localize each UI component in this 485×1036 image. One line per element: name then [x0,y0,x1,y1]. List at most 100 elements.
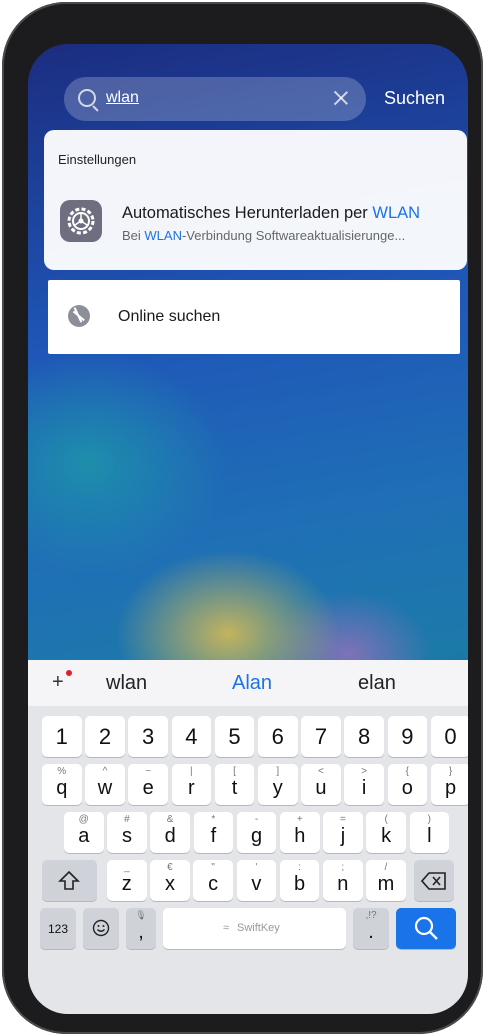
key-2[interactable]: 2 [85,716,125,757]
key-alt-label: ) [427,814,432,825]
key-u[interactable]: < u [301,764,341,805]
key-label: o [401,777,413,799]
key-label: i [361,777,367,799]
key-alt-label: > [361,766,368,777]
key-t[interactable]: [t [214,764,255,805]
key-label: t [231,777,238,799]
key-label: 6 [271,724,284,749]
result-subtitle-prefix: Bei [122,228,145,243]
emoji-key[interactable] [83,908,119,949]
key-label: z [121,873,132,895]
key-alt-label: } [448,766,453,777]
key-w[interactable]: ^ w [85,764,125,805]
suggestion-left[interactable]: wlan [106,672,147,695]
plus-icon[interactable]: + [52,671,64,694]
key-8[interactable]: 8 [344,716,384,757]
space-key[interactable]: ≈ SwiftKey [163,908,346,949]
key-p[interactable]: } p [430,764,468,805]
key-a[interactable]: @ a [64,812,104,853]
online-search-label: Online suchen [118,308,221,325]
key-alt-label: ^ [102,766,108,777]
key-alt-label: < [318,766,324,777]
key-d[interactable]: & d [150,812,190,853]
online-search-card[interactable]: Online suchen [48,280,460,354]
shift-key[interactable] [42,860,97,901]
backspace-icon [421,872,446,890]
key-r[interactable]: | r [171,764,212,805]
key-alt-label: ( [384,814,388,825]
key-v[interactable]: ' v [236,860,277,901]
key-e[interactable]: ~ e [128,764,168,805]
key-label: a [78,825,90,847]
backspace-key[interactable] [414,860,454,901]
result-title-highlight: WLAN [372,204,421,222]
key-alt-label: ~ [145,766,152,777]
key-y[interactable]: ] y [258,764,298,805]
key-9[interactable]: 9 [387,716,428,757]
key-alt-label: ' [255,862,258,873]
key-label: 2 [98,724,112,749]
key-m[interactable]: / m [366,860,406,901]
key-f[interactable]: * f [193,812,234,853]
key-label: h [294,825,306,847]
key-alt-label: + [296,814,303,825]
key-label: 0 [444,724,457,749]
key-n[interactable]: ; n [323,860,363,901]
key-label: d [164,825,176,847]
settings-results-card: Einstellungen Automatisches Herunterlade… [44,130,467,270]
numbers-mode-key[interactable]: 123 [40,908,76,949]
result-subtitle: Bei WLAN-Verbindung Softwareaktualisieru… [122,228,455,243]
key-5[interactable]: 5 [214,716,255,757]
key-c[interactable]: " c [193,860,233,901]
period-key[interactable]: ,!?. [353,908,389,949]
key-alt-label: ; [341,862,345,873]
key-label: c [208,873,219,895]
clear-icon[interactable] [332,89,350,107]
section-header: Einstellungen [58,152,137,167]
key-o[interactable]: {o [387,764,428,805]
key-j[interactable]: = j [323,812,363,853]
key-i[interactable]: > i [344,764,384,805]
key-4[interactable]: 4 [171,716,212,757]
key-h[interactable]: + h [280,812,320,853]
key-g[interactable]: -g [236,812,277,853]
key-label: n [337,873,349,895]
search-icon [78,89,96,107]
key-z[interactable]: _ z [107,860,147,901]
key-alt-label: / [384,862,388,873]
key-6[interactable]: 6 [258,716,298,757]
key-label: e [142,777,154,799]
key-alt-label: * [211,814,216,825]
mode-key-label: 123 [47,922,69,936]
key-k[interactable]: (k [366,812,406,853]
key-label: l [427,825,432,847]
key-b[interactable]: :b [279,860,320,901]
space-brand-label: SwiftKey [237,922,280,934]
comma-key[interactable]: , 🎙 [126,908,156,949]
suggestion-right[interactable]: elan [358,672,396,695]
result-title-text: Automatisches Herunterladen per [122,204,373,222]
key-s[interactable]: # s [107,812,147,853]
key-label: 5 [228,724,241,749]
search-bar[interactable]: wlan [64,77,366,121]
key-label: 7 [314,724,328,749]
search-submit-key[interactable] [396,908,456,949]
key-alt-label: { [405,766,410,777]
settings-gear-icon [60,200,102,242]
key-0[interactable]: 0 [430,716,468,757]
suggestion-center[interactable]: Alan [232,672,272,695]
search-icon [414,916,438,940]
key-alt-label: _ [123,862,130,873]
key-3[interactable]: 3 [128,716,168,757]
key-label: b [293,873,306,895]
search-button[interactable]: Suchen [384,88,445,109]
key-x[interactable]: € x [150,860,190,901]
key-l[interactable]: ) l [409,812,450,853]
key-7[interactable]: 7 [301,716,341,757]
microphone-icon: 🎙 [135,910,147,920]
key-q[interactable]: % q [42,764,82,805]
search-input[interactable]: wlan [106,89,139,107]
key-1[interactable]: 1 [42,716,82,757]
key-alt-label: ] [276,766,280,777]
key-label: 4 [185,724,198,749]
